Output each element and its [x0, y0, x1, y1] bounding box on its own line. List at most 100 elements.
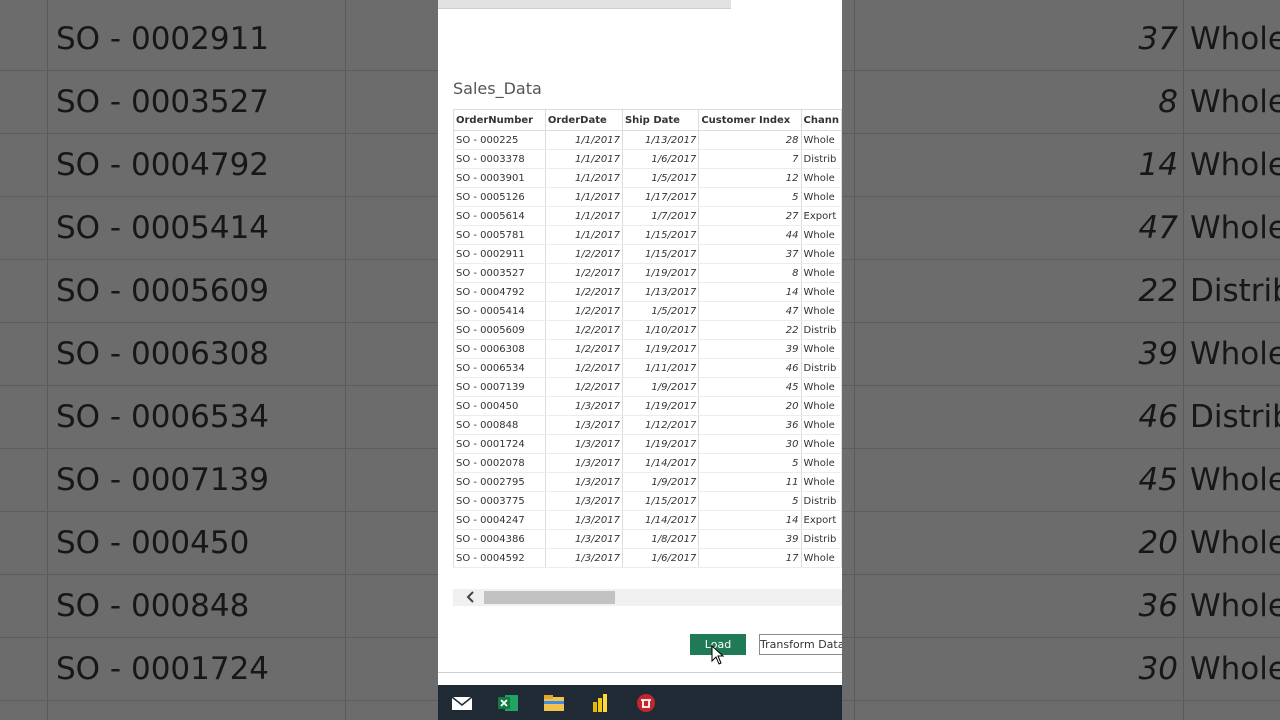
- cell-channel: Whole: [800, 301, 842, 321]
- cell-order-number: SO - 0004247: [453, 510, 546, 530]
- cell-order-date: 1/1/2017: [544, 168, 623, 188]
- table-row: SO - 000225 1/1/2017 1/13/2017 28 Whole: [453, 130, 842, 150]
- cell-order-number: SO - 0001724: [453, 434, 546, 454]
- column-header-customer-index[interactable]: Customer Index: [698, 109, 802, 131]
- cell-customer-index: 20: [698, 396, 802, 416]
- cell-ship-date: 1/9/2017: [621, 377, 700, 397]
- cell-channel: Whole: [800, 282, 842, 302]
- cell-order-number: SO - 0005126: [453, 187, 546, 207]
- cell-channel: Export: [800, 510, 842, 530]
- cell-customer-index: 7: [698, 149, 802, 169]
- cell-order-number: SO - 000848: [453, 415, 546, 435]
- cell-channel: Whole: [800, 396, 842, 416]
- scrollbar-thumb[interactable]: [484, 591, 615, 604]
- column-header-orderdate[interactable]: OrderDate: [544, 109, 623, 131]
- table-row: SO - 0005609 1/2/2017 1/10/2017 22 Distrib: [453, 320, 842, 340]
- cell-order-date: 1/3/2017: [544, 548, 623, 568]
- cell-order-date: 1/2/2017: [544, 244, 623, 264]
- cell-order-date: 1/1/2017: [544, 206, 623, 226]
- cell-order-number: SO - 0003378: [453, 149, 546, 169]
- table-row: SO - 0003775 1/3/2017 1/15/2017 5 Distrib: [453, 491, 842, 511]
- cell-ship-date: 1/19/2017: [621, 263, 700, 283]
- cell-customer-index: 14: [698, 282, 802, 302]
- dialog-top-bar: [438, 0, 731, 9]
- table-row: SO - 0004592 1/3/2017 1/6/2017 17 Whole: [453, 548, 842, 568]
- cell-order-date: 1/2/2017: [544, 377, 623, 397]
- table-row: SO - 0005614 1/1/2017 1/7/2017 27 Export: [453, 206, 842, 226]
- cell-customer-index: 14: [698, 510, 802, 530]
- cell-channel: Whole: [800, 244, 842, 264]
- cell-order-number: SO - 000225: [453, 130, 546, 150]
- cell-order-number: SO - 0003527: [453, 263, 546, 283]
- cell-order-date: 1/1/2017: [544, 130, 623, 150]
- mail-icon[interactable]: [451, 694, 473, 712]
- mouse-cursor-icon: [711, 645, 725, 665]
- column-header-channel[interactable]: Chann: [800, 109, 842, 131]
- cell-ship-date: 1/15/2017: [621, 225, 700, 245]
- cell-channel: Distrib: [800, 149, 842, 169]
- cell-order-number: SO - 0003901: [453, 168, 546, 188]
- cell-ship-date: 1/19/2017: [621, 396, 700, 416]
- cell-ship-date: 1/19/2017: [621, 339, 700, 359]
- cell-channel: Export: [800, 206, 842, 226]
- horizontal-scrollbar[interactable]: [453, 589, 842, 606]
- transform-data-button[interactable]: Transform Data: [759, 634, 842, 655]
- cell-channel: Whole: [800, 453, 842, 473]
- cell-customer-index: 22: [698, 320, 802, 340]
- cell-ship-date: 1/9/2017: [621, 472, 700, 492]
- cell-ship-date: 1/15/2017: [621, 244, 700, 264]
- cell-channel: Distrib: [800, 529, 842, 549]
- table-row: SO - 0004792 1/2/2017 1/13/2017 14 Whole: [453, 282, 842, 302]
- column-header-shipdate[interactable]: Ship Date: [621, 109, 700, 131]
- table-header-row: OrderNumber OrderDate Ship Date Customer…: [453, 109, 842, 131]
- cell-customer-index: 39: [698, 339, 802, 359]
- table-row: SO - 0004247 1/3/2017 1/14/2017 14 Export: [453, 510, 842, 530]
- column-header-ordernumber[interactable]: OrderNumber: [453, 109, 546, 131]
- cell-ship-date: 1/17/2017: [621, 187, 700, 207]
- cell-channel: Whole: [800, 225, 842, 245]
- cell-customer-index: 5: [698, 453, 802, 473]
- cell-customer-index: 5: [698, 491, 802, 511]
- table-row: SO - 0005126 1/1/2017 1/17/2017 5 Whole: [453, 187, 842, 207]
- table-row: SO - 0005781 1/1/2017 1/15/2017 44 Whole: [453, 225, 842, 245]
- navigator-dialog: Sales_Data OrderNumber OrderDate Ship Da…: [438, 0, 842, 685]
- cell-order-number: SO - 0004792: [453, 282, 546, 302]
- cell-ship-date: 1/11/2017: [621, 358, 700, 378]
- cell-order-number: SO - 0004386: [453, 529, 546, 549]
- table-row: SO - 000848 1/3/2017 1/12/2017 36 Whole: [453, 415, 842, 435]
- cell-ship-date: 1/7/2017: [621, 206, 700, 226]
- chevron-left-icon[interactable]: [463, 589, 479, 606]
- excel-icon[interactable]: [497, 694, 519, 712]
- cell-order-number: SO - 0005414: [453, 301, 546, 321]
- cell-channel: Whole: [800, 187, 842, 207]
- cell-ship-date: 1/14/2017: [621, 510, 700, 530]
- cell-ship-date: 1/14/2017: [621, 453, 700, 473]
- cell-ship-date: 1/12/2017: [621, 415, 700, 435]
- table-row: SO - 0007139 1/2/2017 1/9/2017 45 Whole: [453, 377, 842, 397]
- table-row: SO - 0004386 1/3/2017 1/8/2017 39 Distrib: [453, 529, 842, 549]
- file-explorer-icon[interactable]: [543, 694, 565, 712]
- taskbar: [438, 685, 842, 720]
- cell-order-number: SO - 0005781: [453, 225, 546, 245]
- table-row: SO - 000450 1/3/2017 1/19/2017 20 Whole: [453, 396, 842, 416]
- cell-channel: Distrib: [800, 358, 842, 378]
- cell-customer-index: 39: [698, 529, 802, 549]
- table-row: SO - 0005414 1/2/2017 1/5/2017 47 Whole: [453, 301, 842, 321]
- power-bi-icon[interactable]: [589, 694, 611, 712]
- cell-order-date: 1/3/2017: [544, 396, 623, 416]
- preview-table-container[interactable]: OrderNumber OrderDate Ship Date Customer…: [453, 109, 842, 589]
- cell-order-date: 1/3/2017: [544, 453, 623, 473]
- cell-order-number: SO - 0005609: [453, 320, 546, 340]
- preview-table: OrderNumber OrderDate Ship Date Customer…: [453, 109, 842, 568]
- cell-order-date: 1/3/2017: [544, 415, 623, 435]
- cell-channel: Whole: [800, 472, 842, 492]
- cell-channel: Whole: [800, 168, 842, 188]
- cell-customer-index: 46: [698, 358, 802, 378]
- cell-customer-index: 30: [698, 434, 802, 454]
- cell-ship-date: 1/10/2017: [621, 320, 700, 340]
- table-row: SO - 0003901 1/1/2017 1/5/2017 12 Whole: [453, 168, 842, 188]
- cell-order-date: 1/3/2017: [544, 472, 623, 492]
- cell-order-date: 1/3/2017: [544, 529, 623, 549]
- cell-channel: Whole: [800, 548, 842, 568]
- app-icon[interactable]: [635, 694, 657, 712]
